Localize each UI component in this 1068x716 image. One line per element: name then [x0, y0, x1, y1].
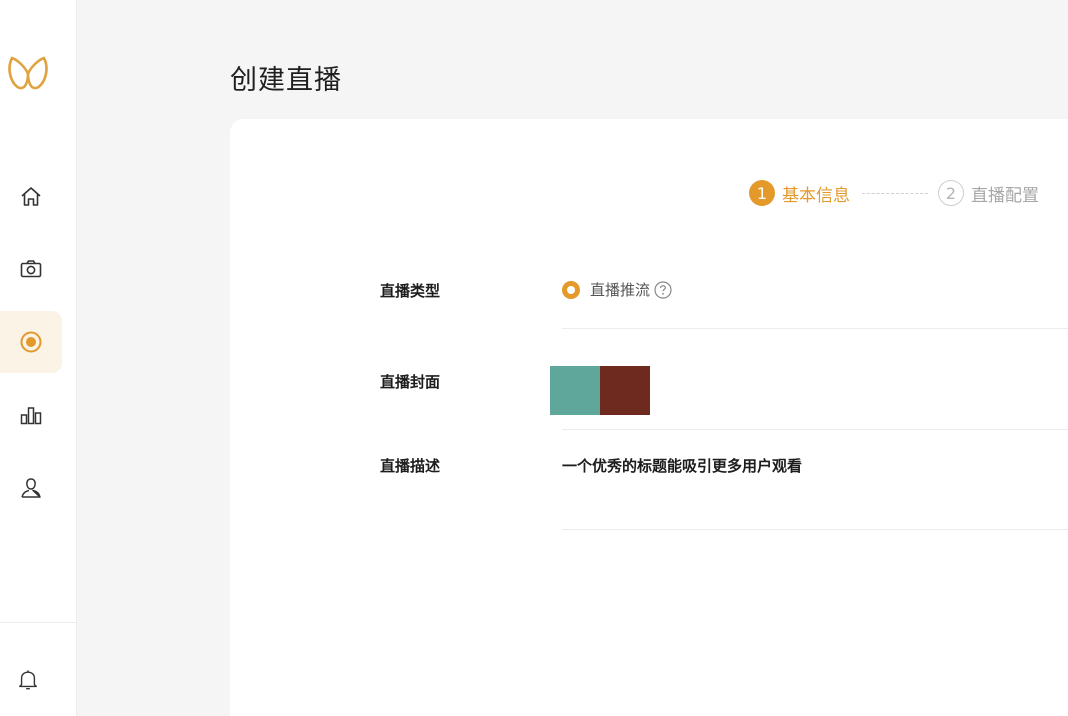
sidebar-item-user[interactable] [0, 457, 62, 519]
live-type-radio-group[interactable]: 直播推流 [562, 279, 672, 300]
row-divider [562, 328, 1068, 329]
sidebar-item-camera[interactable] [0, 238, 62, 300]
step-connector [862, 192, 928, 194]
live-record-icon [20, 331, 42, 353]
form-card: 1 基本信息 2 直播配置 直播类型 直播推流 直播封面 直播描述 一个优秀的标… [230, 119, 1068, 716]
sidebar [0, 0, 77, 716]
step-2-number: 2 [938, 180, 964, 206]
live-description-label: 直播描述 [380, 457, 441, 475]
help-icon[interactable] [654, 280, 672, 299]
sidebar-divider [0, 622, 77, 623]
cover-image-left [550, 366, 600, 415]
step-indicator: 1 基本信息 2 直播配置 [749, 179, 1039, 207]
live-type-option-label[interactable]: 直播推流 [590, 279, 650, 300]
step-1-label[interactable]: 基本信息 [782, 181, 850, 206]
home-icon [21, 187, 41, 206]
step-1-number: 1 [749, 180, 775, 206]
bar-chart-icon [20, 407, 42, 425]
page-title: 创建直播 [230, 65, 342, 96]
sidebar-item-stats[interactable] [0, 384, 62, 446]
sidebar-item-live[interactable] [0, 311, 62, 373]
row-divider [562, 529, 1068, 530]
live-type-label: 直播类型 [380, 282, 441, 300]
step-2-label[interactable]: 直播配置 [971, 181, 1039, 206]
bell-icon [19, 670, 37, 690]
notification-button[interactable] [14, 665, 42, 695]
camera-icon [20, 260, 42, 278]
cover-image[interactable] [550, 366, 650, 415]
cover-image-right [600, 366, 650, 415]
row-divider [562, 429, 1068, 430]
sidebar-item-home[interactable] [0, 166, 62, 228]
live-description-input[interactable]: 一个优秀的标题能吸引更多用户观看 [562, 455, 802, 476]
user-icon [21, 478, 41, 498]
live-cover-label: 直播封面 [380, 373, 441, 391]
live-type-radio[interactable] [562, 280, 580, 299]
brand-logo[interactable] [6, 52, 50, 94]
